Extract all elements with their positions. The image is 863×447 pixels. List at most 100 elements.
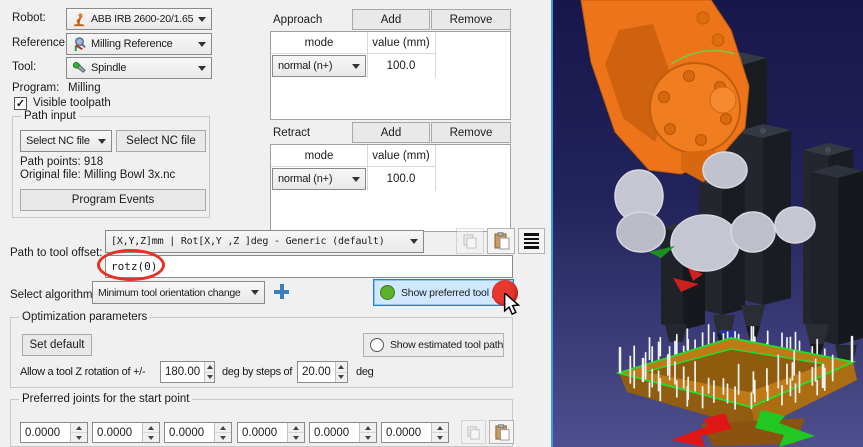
chevron-down-icon: [198, 66, 206, 71]
step-spinbox[interactable]: 20.00: [297, 361, 348, 383]
joint-3-value: 0.0000: [165, 423, 214, 442]
offset-label: Path to tool offset:: [10, 247, 103, 259]
approach-col-value: value (mm): [367, 32, 435, 53]
robot-value: ABB IRB 2600-20/1.65: [91, 13, 194, 25]
spin-buttons[interactable]: [431, 423, 448, 442]
settings-panel: Robot: ABB IRB 2600-20/1.65 Reference: M…: [0, 0, 551, 447]
preferred-joints-title: Preferred joints for the start point: [19, 393, 192, 405]
approach-value-cell[interactable]: 100.0: [367, 54, 435, 77]
cursor-icon: [503, 293, 521, 315]
paste-icon: [493, 232, 510, 250]
retract-add-button[interactable]: Add: [352, 122, 430, 143]
approach-col-mode: mode: [271, 32, 367, 53]
joint-5-spinbox[interactable]: 0.0000: [309, 422, 377, 443]
original-file-text: Original file: Milling Bowl 3x.nc: [20, 169, 175, 181]
chevron-down-icon: [198, 42, 206, 47]
approach-mode-value: normal (n+): [278, 60, 348, 72]
paste-button[interactable]: [487, 228, 515, 254]
show-estimated-label: Show estimated tool path: [390, 339, 503, 351]
approach-label: Approach: [273, 14, 322, 26]
approach-remove-button[interactable]: Remove: [431, 9, 511, 30]
spin-buttons[interactable]: [359, 423, 376, 442]
tool-select[interactable]: Spindle: [66, 57, 212, 79]
retract-mode-select[interactable]: normal (n+): [272, 168, 366, 190]
retract-col-mode: mode: [271, 145, 367, 166]
menu-icon: [524, 233, 539, 249]
joint-1-spinbox[interactable]: 0.0000: [20, 422, 88, 443]
joint-6-spinbox[interactable]: 0.0000: [381, 422, 449, 443]
spin-buttons[interactable]: [142, 423, 159, 442]
plus-icon: [274, 284, 289, 299]
joint-4-spinbox[interactable]: 0.0000: [237, 422, 305, 443]
retract-col-value: value (mm): [367, 145, 435, 166]
algorithm-value: Minimum tool orientation change: [98, 287, 247, 299]
visible-toolpath-label: Visible toolpath: [33, 97, 111, 109]
rotation-spinbox[interactable]: 180.00: [160, 361, 215, 383]
program-value: Milling: [68, 82, 101, 94]
reference-select[interactable]: Milling Reference: [66, 33, 212, 55]
nc-file-dropdown[interactable]: Select NC file: [20, 130, 112, 152]
set-default-button[interactable]: Set default: [22, 334, 92, 356]
joint-1-value: 0.0000: [21, 423, 70, 442]
joints-copy-button[interactable]: [461, 420, 486, 444]
robot-icon: [72, 12, 87, 27]
select-nc-file-button[interactable]: Select NC file: [116, 130, 206, 152]
retract-remove-button[interactable]: Remove: [431, 122, 511, 143]
copy-icon: [462, 233, 478, 249]
nc-file-dropdown-value: Select NC file: [26, 135, 94, 147]
joint-2-spinbox[interactable]: 0.0000: [92, 422, 160, 443]
tool-icon: [72, 61, 87, 76]
paste-icon: [494, 424, 510, 441]
spin-buttons[interactable]: [70, 423, 87, 442]
annotation-ellipse: [97, 249, 165, 281]
check-icon: ✓: [16, 97, 25, 110]
approach-table: mode value (mm) normal (n+) 100.0: [270, 31, 511, 120]
copy-icon: [466, 425, 481, 440]
reference-value: Milling Reference: [91, 38, 194, 50]
step-value: 20.00: [298, 362, 335, 382]
spin-buttons[interactable]: [287, 423, 304, 442]
rotation-middle-label: deg by steps of: [222, 366, 292, 378]
robot-select[interactable]: ABB IRB 2600-20/1.65: [66, 8, 212, 30]
algorithm-select[interactable]: Minimum tool orientation change: [92, 281, 265, 304]
optimization-title: Optimization parameters: [19, 311, 150, 323]
approach-mode-select[interactable]: normal (n+): [272, 55, 366, 77]
show-estimated-toolpath-button[interactable]: Show estimated tool path: [363, 333, 504, 357]
radio-off-icon: [370, 338, 384, 352]
chevron-down-icon: [352, 177, 360, 182]
spin-buttons[interactable]: [204, 362, 214, 382]
rotation-suffix-label: deg: [356, 366, 373, 378]
joint-2-value: 0.0000: [93, 423, 142, 442]
rotation-value: 180.00: [161, 362, 204, 382]
retract-label: Retract: [273, 127, 310, 139]
offset-format-value: [X,Y,Z]mm | Rot[X,Y ,Z ]deg - Generic (d…: [111, 236, 406, 247]
retract-value-cell[interactable]: 100.0: [367, 167, 435, 190]
approach-add-button[interactable]: Add: [352, 9, 430, 30]
chevron-down-icon: [410, 239, 418, 244]
program-events-button[interactable]: Program Events: [20, 189, 206, 211]
joint-6-value: 0.0000: [382, 423, 431, 442]
reference-frame-icon: [72, 37, 87, 52]
program-label: Program:: [12, 82, 59, 94]
chevron-down-icon: [352, 64, 360, 69]
3d-viewport[interactable]: [551, 0, 863, 447]
joint-3-spinbox[interactable]: 0.0000: [164, 422, 232, 443]
copy-button[interactable]: [456, 228, 484, 254]
retract-table: mode value (mm) normal (n+) 100.0: [270, 144, 511, 232]
menu-button[interactable]: [518, 228, 545, 254]
joints-paste-button[interactable]: [489, 420, 514, 444]
3d-scene: [553, 0, 863, 447]
spin-buttons[interactable]: [335, 362, 347, 382]
add-algorithm-button[interactable]: [274, 284, 289, 299]
chevron-down-icon: [198, 17, 206, 22]
visible-toolpath-checkbox[interactable]: ✓: [14, 97, 27, 110]
chevron-down-icon: [251, 290, 259, 295]
joint-5-value: 0.0000: [310, 423, 359, 442]
spin-buttons[interactable]: [214, 423, 231, 442]
offset-format-select[interactable]: [X,Y,Z]mm | Rot[X,Y ,Z ]deg - Generic (d…: [105, 230, 424, 253]
offset-expression-input[interactable]: rotz(0): [105, 255, 513, 278]
rotation-prefix-label: Allow a tool Z rotation of +/-: [20, 366, 145, 378]
reference-label: Reference:: [12, 37, 68, 49]
robot-machining-window: Robot: ABB IRB 2600-20/1.65 Reference: M…: [0, 0, 863, 447]
joint-4-value: 0.0000: [238, 423, 287, 442]
